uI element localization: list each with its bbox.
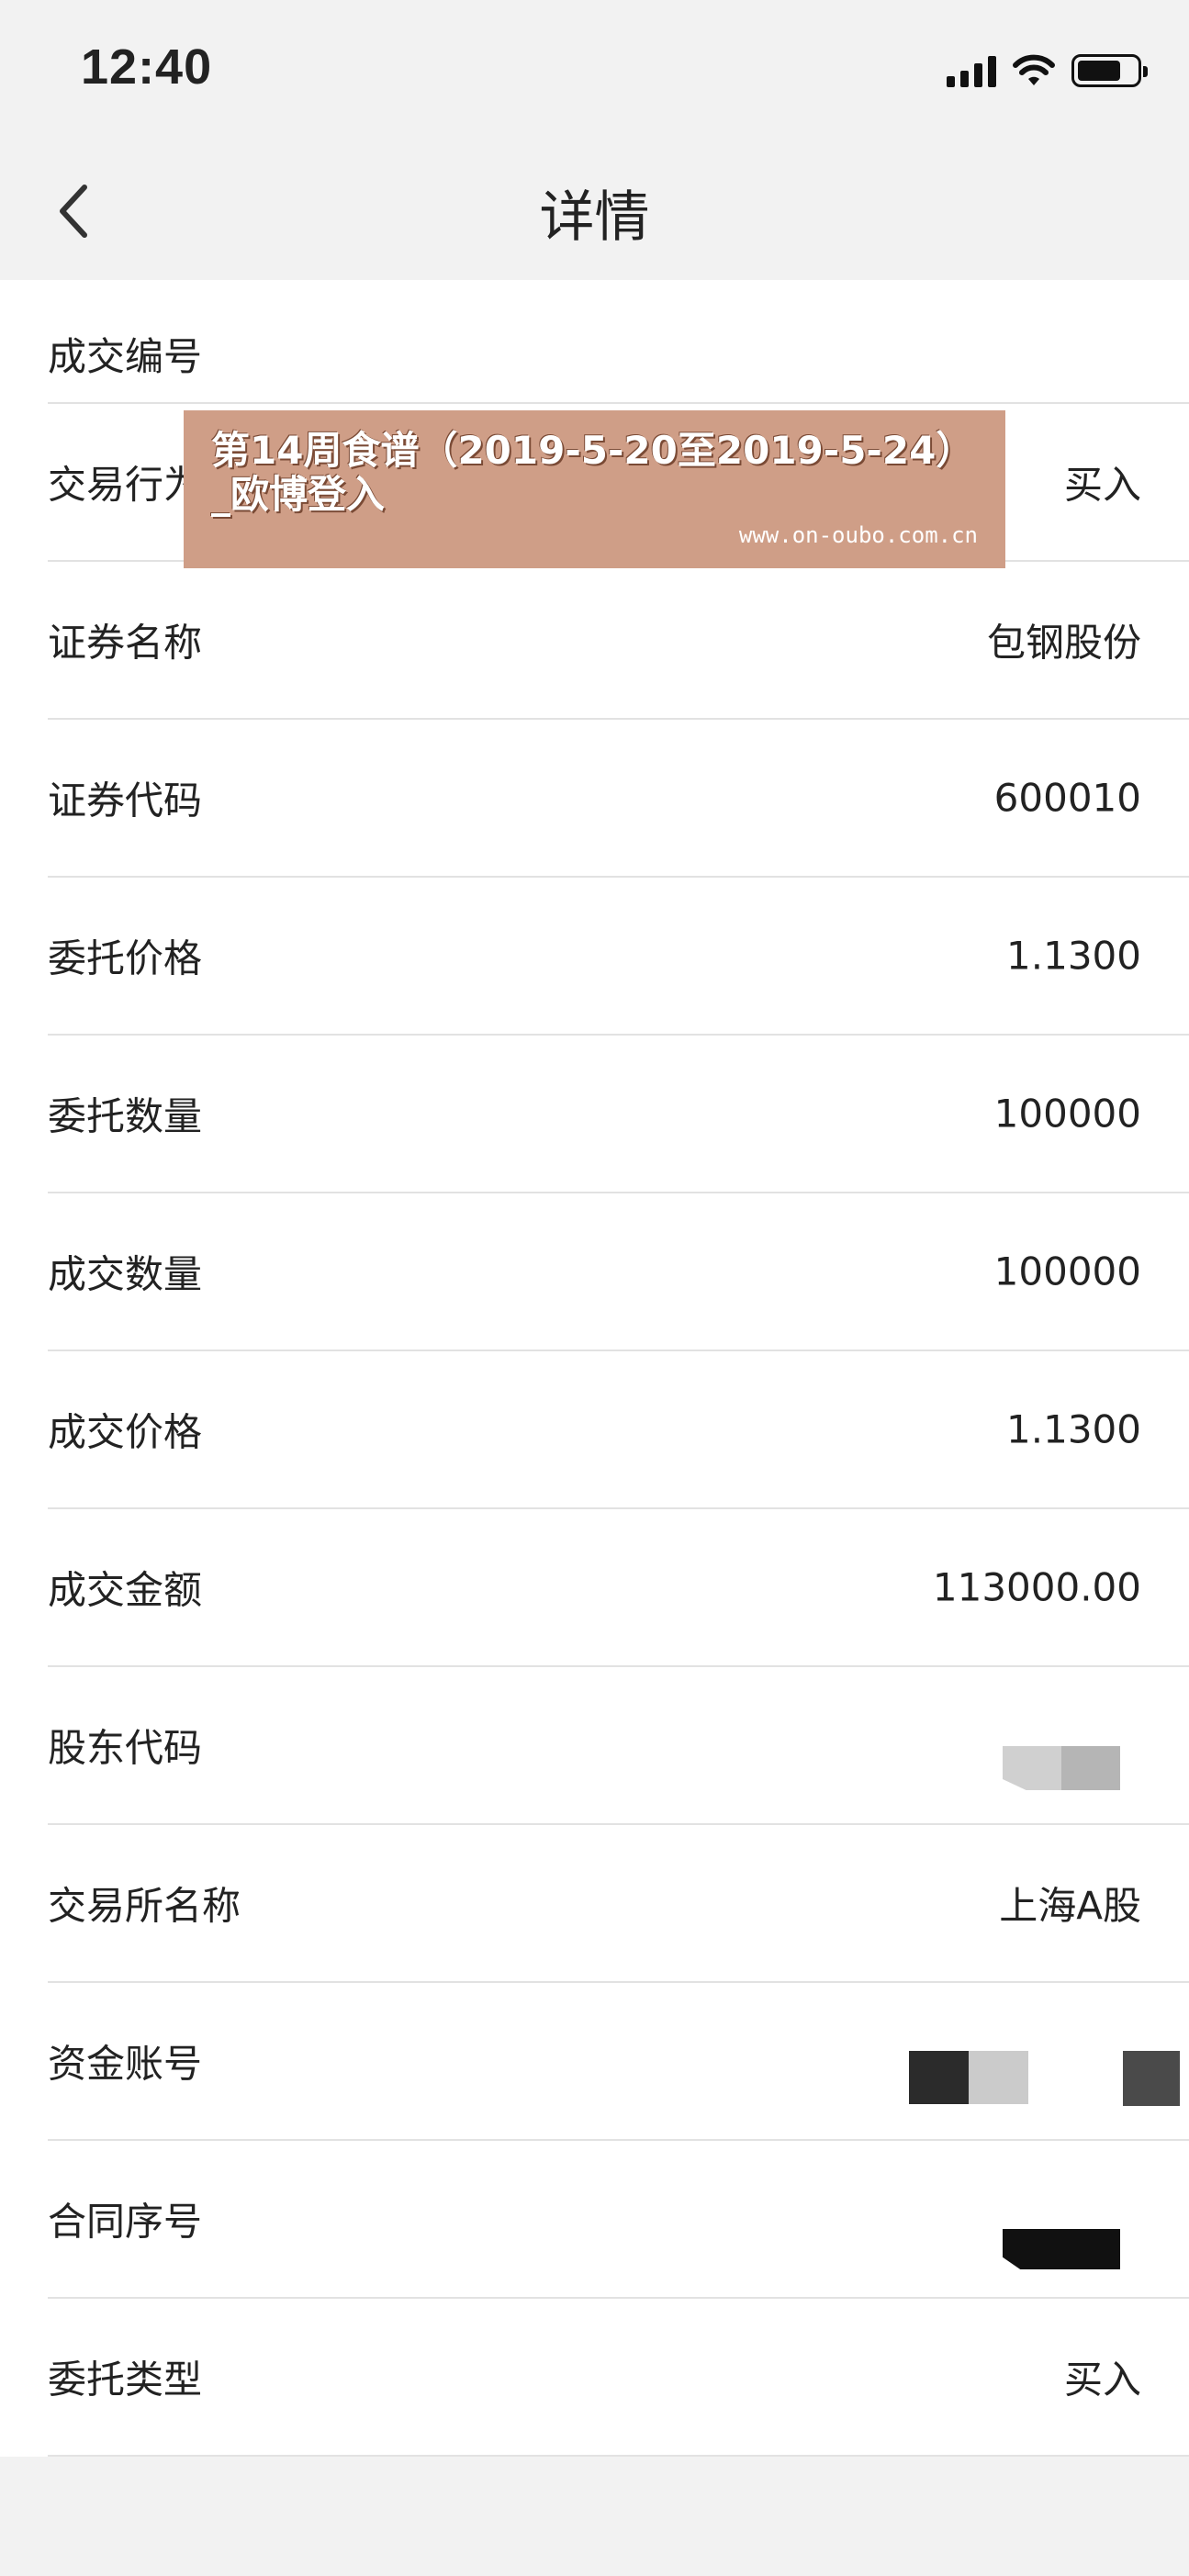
detail-row-deal-quantity: 成交数量 100000	[48, 1193, 1189, 1351]
row-label: 证券代码	[48, 778, 203, 823]
nav-bar: 详情	[0, 138, 1189, 280]
row-label: 成交金额	[48, 1567, 203, 1613]
redaction-mask	[1003, 1746, 1120, 1790]
row-label: 资金账号	[48, 2041, 203, 2087]
cellular-signal-icon	[947, 54, 996, 87]
detail-row-deal-amount: 成交金额 113000.00	[48, 1509, 1189, 1667]
redaction-mask	[909, 2051, 1028, 2104]
detail-row-contract-number: 合同序号	[48, 2141, 1189, 2299]
row-label: 交易行为	[48, 462, 203, 508]
watermark-title: 第14周食谱（2019-5-20至2019-5-24）_欧博登入	[211, 428, 975, 517]
row-label: 成交编号	[48, 334, 203, 379]
row-label: 证券名称	[48, 620, 203, 666]
redaction-mask	[1123, 2051, 1180, 2106]
status-bar: 12:40	[0, 0, 1189, 138]
row-value: 1.1300	[1006, 933, 1141, 979]
row-value: 上海A股	[999, 1883, 1141, 1929]
detail-list: 成交编号 交易行为 买入 证券名称 包钢股份 证券代码 600010 委托价格 …	[0, 280, 1189, 2457]
watermark-banner: 第14周食谱（2019-5-20至2019-5-24）_欧博登入 www.on-…	[184, 410, 1005, 568]
detail-row-security-name: 证券名称 包钢股份	[48, 562, 1189, 720]
status-time: 12:40	[81, 39, 213, 95]
detail-row-deal-price: 成交价格 1.1300	[48, 1351, 1189, 1509]
row-value: 买入	[1063, 462, 1141, 508]
status-icons	[947, 48, 1148, 94]
row-value: 买入	[1063, 2357, 1141, 2402]
row-label: 委托数量	[48, 1093, 203, 1139]
wifi-icon	[1013, 54, 1055, 85]
watermark-url: www.on-oubo.com.cn	[738, 522, 978, 548]
row-label: 交易所名称	[48, 1883, 241, 1929]
row-label: 委托类型	[48, 2357, 203, 2402]
battery-icon	[1071, 54, 1148, 87]
row-value: 100000	[993, 1249, 1141, 1294]
row-value: 100000	[993, 1091, 1141, 1137]
row-label: 成交数量	[48, 1251, 203, 1297]
row-value: 1.1300	[1006, 1406, 1141, 1452]
detail-row-order-type: 委托类型 买入	[48, 2299, 1189, 2457]
row-label: 合同序号	[48, 2199, 203, 2245]
detail-row-fund-account: 资金账号	[48, 1983, 1189, 2141]
row-value: 113000.00	[932, 1564, 1141, 1610]
row-value: 600010	[993, 775, 1141, 821]
redaction-mask	[1003, 2229, 1120, 2269]
detail-row-order-price: 委托价格 1.1300	[48, 878, 1189, 1036]
detail-row-security-code: 证券代码 600010	[48, 720, 1189, 878]
detail-row-deal-number: 成交编号	[48, 280, 1189, 404]
row-value: 包钢股份	[986, 620, 1141, 666]
page-title: 详情	[539, 185, 650, 250]
detail-row-shareholder-code: 股东代码	[48, 1667, 1189, 1825]
detail-row-exchange-name: 交易所名称 上海A股	[48, 1825, 1189, 1983]
row-label: 成交价格	[48, 1409, 203, 1455]
detail-row-order-quantity: 委托数量 100000	[48, 1036, 1189, 1193]
row-label: 股东代码	[48, 1725, 203, 1771]
row-label: 委托价格	[48, 935, 203, 981]
